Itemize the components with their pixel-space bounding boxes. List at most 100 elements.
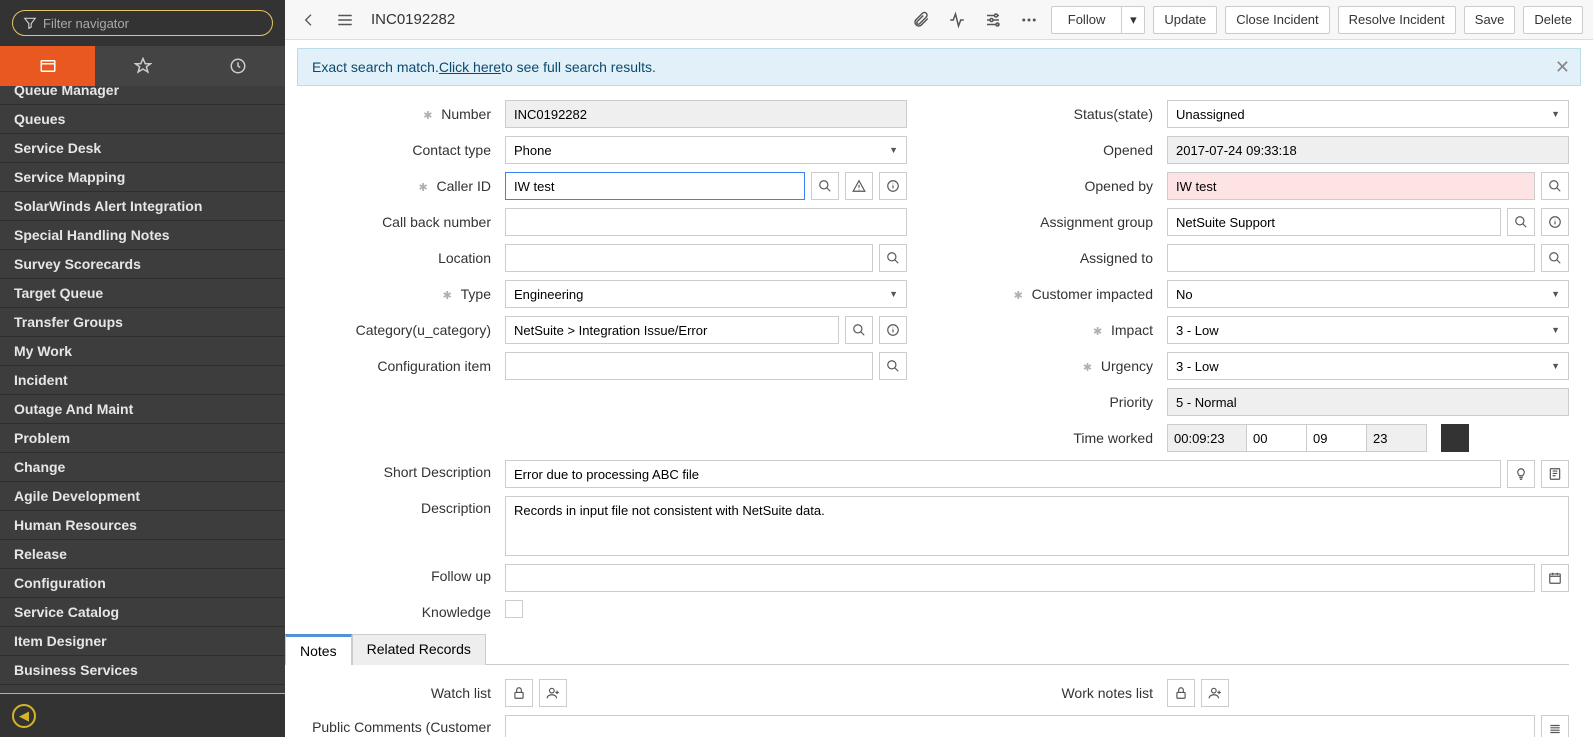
knowledge-checkbox[interactable] bbox=[505, 600, 523, 618]
banner-close-icon[interactable]: ✕ bbox=[1555, 57, 1570, 78]
config-item-lookup[interactable] bbox=[879, 352, 907, 380]
nav-item-target-queue[interactable]: Target Queue bbox=[0, 279, 285, 308]
nav-item-item-designer[interactable]: Item Designer bbox=[0, 627, 285, 656]
close-incident-button[interactable]: Close Incident bbox=[1225, 6, 1329, 34]
work-notes-lock[interactable] bbox=[1167, 679, 1195, 707]
follow-button[interactable]: Follow bbox=[1051, 6, 1122, 34]
nav-item-transfer-groups[interactable]: Transfer Groups bbox=[0, 308, 285, 337]
nav-item-problem[interactable]: Problem bbox=[0, 424, 285, 453]
sidebar-tab-favorites[interactable] bbox=[95, 46, 190, 86]
banner-link[interactable]: Click here bbox=[439, 59, 501, 75]
nav-item-business-services[interactable]: Business Services bbox=[0, 656, 285, 685]
apps-icon bbox=[39, 57, 57, 75]
assignment-group-info[interactable] bbox=[1541, 208, 1569, 236]
opened-by-input[interactable] bbox=[1167, 172, 1535, 200]
nav-item-service-desk[interactable]: Service Desk bbox=[0, 134, 285, 163]
short-desc-suggest[interactable] bbox=[1507, 460, 1535, 488]
record-title: INC0192282 bbox=[371, 11, 455, 28]
personalize-button[interactable] bbox=[979, 6, 1007, 34]
category-lookup[interactable] bbox=[845, 316, 873, 344]
assignment-group-lookup[interactable] bbox=[1507, 208, 1535, 236]
nav-item-queues[interactable]: Queues bbox=[0, 105, 285, 134]
contact-type-label: Contact type bbox=[285, 142, 505, 158]
description-input[interactable]: Records in input file not consistent wit… bbox=[505, 496, 1569, 556]
assignment-group-input[interactable] bbox=[1167, 208, 1501, 236]
public-comments-input[interactable] bbox=[505, 715, 1535, 737]
filter-input[interactable] bbox=[43, 16, 262, 31]
more-button[interactable] bbox=[1015, 6, 1043, 34]
nav-item-queue-manager[interactable]: Queue Manager bbox=[0, 86, 285, 105]
sidebar-tab-apps[interactable] bbox=[0, 46, 95, 86]
category-info[interactable] bbox=[879, 316, 907, 344]
nav-item-service-mapping[interactable]: Service Mapping bbox=[0, 163, 285, 192]
public-comments-expand[interactable] bbox=[1541, 715, 1569, 737]
attachment-button[interactable] bbox=[907, 6, 935, 34]
sidebar-tab-history[interactable] bbox=[190, 46, 285, 86]
impact-select[interactable]: 3 - Low bbox=[1167, 316, 1569, 344]
nav-item-incident[interactable]: Incident bbox=[0, 366, 285, 395]
urgency-select[interactable]: 3 - Low bbox=[1167, 352, 1569, 380]
filter-navigator[interactable] bbox=[12, 10, 273, 36]
number-input bbox=[505, 100, 907, 128]
nav-item-survey-scorecards[interactable]: Survey Scorecards bbox=[0, 250, 285, 279]
nav-item-configuration[interactable]: Configuration bbox=[0, 569, 285, 598]
assigned-to-lookup[interactable] bbox=[1541, 244, 1569, 272]
time-worked-label: Time worked bbox=[947, 430, 1167, 446]
update-button[interactable]: Update bbox=[1153, 6, 1217, 34]
opened-by-lookup[interactable] bbox=[1541, 172, 1569, 200]
follow-up-input[interactable] bbox=[505, 564, 1535, 592]
nav-item-solarwinds-alert-integration[interactable]: SolarWinds Alert Integration bbox=[0, 192, 285, 221]
nav-item-my-work[interactable]: My Work bbox=[0, 337, 285, 366]
back-button[interactable] bbox=[295, 6, 323, 34]
category-input[interactable] bbox=[505, 316, 839, 344]
delete-button[interactable]: Delete bbox=[1523, 6, 1583, 34]
nav-item-service-catalog[interactable]: Service Catalog bbox=[0, 598, 285, 627]
time-worked-toggle[interactable] bbox=[1441, 424, 1469, 452]
collapse-sidebar-button[interactable]: ◀ bbox=[12, 704, 36, 728]
caller-id-info[interactable] bbox=[879, 172, 907, 200]
watch-list-add-me[interactable] bbox=[539, 679, 567, 707]
activity-stream-button[interactable] bbox=[943, 6, 971, 34]
follow-up-calendar[interactable] bbox=[1541, 564, 1569, 592]
nav-item-special-handling-notes[interactable]: Special Handling Notes bbox=[0, 221, 285, 250]
nav-item-human-resources[interactable]: Human Resources bbox=[0, 511, 285, 540]
tab-related-records[interactable]: Related Records bbox=[352, 634, 486, 665]
sidebar: Queue ManagerQueuesService DeskService M… bbox=[0, 0, 285, 737]
config-item-input[interactable] bbox=[505, 352, 873, 380]
call-back-label: Call back number bbox=[285, 214, 505, 230]
banner-suffix: to see full search results. bbox=[501, 59, 656, 75]
caller-id-warning[interactable] bbox=[845, 172, 873, 200]
follow-dropdown[interactable]: ▾ bbox=[1121, 6, 1145, 34]
time-worked-hours[interactable] bbox=[1247, 424, 1307, 452]
nav-item-release[interactable]: Release bbox=[0, 540, 285, 569]
nav-item-agile-development[interactable]: Agile Development bbox=[0, 482, 285, 511]
caller-id-input[interactable] bbox=[505, 172, 805, 200]
resolve-incident-button[interactable]: Resolve Incident bbox=[1338, 6, 1456, 34]
save-button[interactable]: Save bbox=[1464, 6, 1516, 34]
type-select[interactable]: Engineering bbox=[505, 280, 907, 308]
short-desc-input[interactable] bbox=[505, 460, 1501, 488]
caller-id-lookup[interactable] bbox=[811, 172, 839, 200]
tab-notes[interactable]: Notes bbox=[285, 634, 352, 665]
sidebar-footer: ◀ bbox=[0, 693, 285, 737]
assigned-to-input[interactable] bbox=[1167, 244, 1535, 272]
location-input[interactable] bbox=[505, 244, 873, 272]
time-worked-minutes[interactable] bbox=[1307, 424, 1367, 452]
location-lookup[interactable] bbox=[879, 244, 907, 272]
urgency-label: Urgency bbox=[947, 358, 1167, 374]
short-desc-kb[interactable] bbox=[1541, 460, 1569, 488]
nav-item-outage-and-maint[interactable]: Outage And Maint bbox=[0, 395, 285, 424]
assigned-to-label: Assigned to bbox=[947, 250, 1167, 266]
status-select[interactable]: Unassigned bbox=[1167, 100, 1569, 128]
work-notes-add-me[interactable] bbox=[1201, 679, 1229, 707]
time-worked-display: 00:09:23 bbox=[1167, 424, 1247, 452]
contact-type-select[interactable]: Phone bbox=[505, 136, 907, 164]
watch-list-lock[interactable] bbox=[505, 679, 533, 707]
nav-list[interactable]: Queue ManagerQueuesService DeskService M… bbox=[0, 86, 285, 693]
form-menu-button[interactable] bbox=[331, 6, 359, 34]
customer-impacted-select[interactable]: No bbox=[1167, 280, 1569, 308]
nav-item-knowledge-base[interactable]: Knowledge Base bbox=[0, 685, 285, 693]
category-label: Category(u_category) bbox=[285, 322, 505, 338]
nav-item-change[interactable]: Change bbox=[0, 453, 285, 482]
call-back-input[interactable] bbox=[505, 208, 907, 236]
